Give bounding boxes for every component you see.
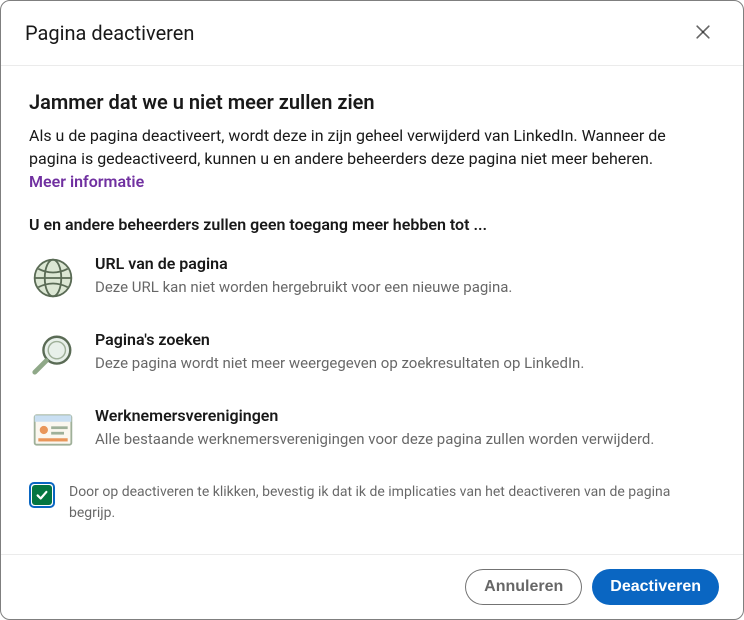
cancel-button[interactable]: Annuleren — [465, 569, 582, 605]
modal-title: Pagina deactiveren — [25, 21, 194, 45]
close-icon — [693, 22, 713, 45]
info-item-content: Pagina's zoeken Deze pagina wordt niet m… — [95, 330, 715, 374]
info-item-title: Pagina's zoeken — [95, 330, 715, 349]
close-button[interactable] — [687, 17, 719, 49]
profile-card-icon — [29, 406, 77, 454]
modal-footer: Annuleren Deactiveren — [1, 554, 743, 619]
confirm-label: Door op deactiveren te klikken, bevestig… — [69, 482, 715, 523]
magnifier-icon — [29, 330, 77, 378]
info-item-desc: Alle bestaande werknemersverenigingen vo… — [95, 429, 715, 450]
info-item-content: Werknemersverenigingen Alle bestaande we… — [95, 406, 715, 450]
deactivate-page-modal: Pagina deactiveren Jammer dat we u niet … — [0, 0, 744, 620]
info-item-associations: Werknemersverenigingen Alle bestaande we… — [29, 406, 715, 454]
info-item-desc: Deze pagina wordt niet meer weergegeven … — [95, 353, 715, 374]
headline: Jammer dat we u niet meer zullen zien — [29, 90, 715, 114]
modal-body: Jammer dat we u niet meer zullen zien Al… — [1, 66, 743, 554]
subheadline: U en andere beheerders zullen geen toega… — [29, 215, 715, 234]
info-item-title: Werknemersverenigingen — [95, 406, 715, 425]
info-item-desc: Deze URL kan niet worden hergebruikt voo… — [95, 277, 715, 298]
info-item-url: URL van de pagina Deze URL kan niet word… — [29, 254, 715, 302]
info-item-search: Pagina's zoeken Deze pagina wordt niet m… — [29, 330, 715, 378]
info-item-title: URL van de pagina — [95, 254, 715, 273]
confirm-checkbox[interactable] — [29, 482, 55, 508]
confirm-row: Door op deactiveren te klikken, bevestig… — [29, 482, 715, 523]
check-icon — [32, 485, 52, 505]
deactivate-button[interactable]: Deactiveren — [592, 569, 719, 605]
modal-header: Pagina deactiveren — [1, 1, 743, 66]
info-item-content: URL van de pagina Deze URL kan niet word… — [95, 254, 715, 298]
learn-more-link[interactable]: Meer informatie — [29, 172, 144, 191]
globe-icon — [29, 254, 77, 302]
description: Als u de pagina deactiveert, wordt deze … — [29, 124, 715, 170]
